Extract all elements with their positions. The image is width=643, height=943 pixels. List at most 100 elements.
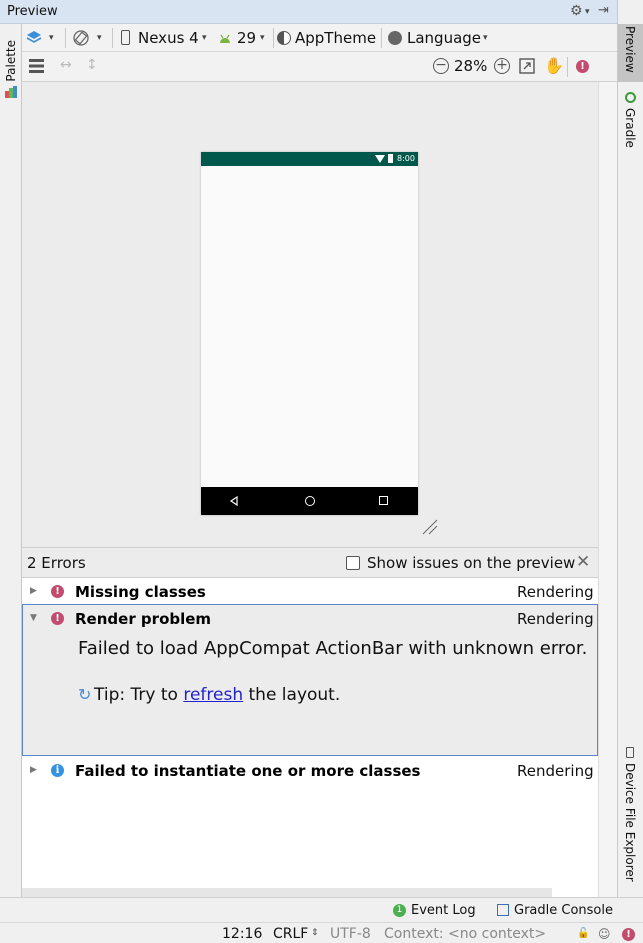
zoom-level: 28%	[454, 57, 488, 75]
expand-triangle-icon[interactable]: ▶	[30, 586, 37, 596]
refresh-tip-icon: ↻	[78, 685, 92, 704]
palette-tab[interactable]: Palette	[4, 40, 18, 82]
layers-caret-icon[interactable]: ▾	[49, 33, 54, 43]
line-separator[interactable]: CRLF	[273, 926, 308, 942]
back-nav-icon	[229, 496, 238, 506]
wifi-icon	[375, 155, 385, 163]
preview-tab-label: Preview	[623, 26, 637, 73]
zoom-to-fit-icon[interactable]	[519, 58, 535, 74]
collapse-triangle-icon[interactable]: ▼	[30, 613, 37, 623]
zoom-in-icon[interactable]: +	[494, 58, 510, 74]
gradle-console-icon	[497, 904, 509, 916]
context-indicator: Context: <no context>	[384, 926, 547, 942]
vertical-scrollbar[interactable]	[598, 82, 617, 897]
orientation-icon[interactable]	[72, 29, 90, 47]
ide-window: Preview ⚙ ▾ ⇥ Palette Preview Gradle Dev…	[0, 0, 643, 943]
device-navigation-bar	[201, 487, 418, 515]
toolbar-separator	[567, 57, 568, 77]
pan-horizontal-icon: ↔	[60, 57, 72, 73]
issue-title: Failed to instantiate one or more classe…	[75, 762, 421, 780]
settings-caret-icon[interactable]: ▾	[585, 7, 590, 17]
bottom-tool-bar: 1 Event Log Gradle Console	[0, 897, 643, 922]
hide-panel-icon[interactable]: ⇥	[598, 3, 609, 18]
line-separator-caret-icon[interactable]: ⇕	[311, 928, 319, 938]
inspector-icon[interactable]: ☺	[598, 927, 611, 941]
preview-title-bar: Preview ⚙ ▾ ⇥	[0, 0, 617, 24]
error-icon: !	[51, 612, 64, 625]
theme-selector[interactable]: AppTheme	[295, 29, 376, 47]
device-file-explorer-label: Device File Explorer	[623, 763, 637, 882]
device-file-explorer-tab[interactable]: Device File Explorer	[618, 745, 643, 885]
toolbar-separator	[273, 28, 274, 48]
issue-message: Failed to load AppCompat ActionBar with …	[78, 638, 588, 659]
right-tool-strip: Preview Gradle Device File Explorer	[617, 0, 643, 897]
preview-toolbar-primary: ▾ ▾ Nexus 4 ▾ 29 ▾ AppTheme Language ▾	[22, 24, 617, 52]
tip-suffix: the layout.	[243, 685, 341, 705]
tip-prefix: Tip: Try to	[94, 685, 184, 705]
event-log-badge-icon: 1	[393, 904, 406, 917]
battery-icon	[388, 154, 393, 163]
lock-icon[interactable]: 🔓	[577, 928, 589, 939]
toolbar-separator	[381, 28, 382, 48]
settings-gear-icon[interactable]: ⚙	[570, 3, 583, 19]
toolbar-separator	[65, 28, 66, 48]
gradle-icon	[625, 92, 636, 103]
expand-triangle-icon[interactable]: ▶	[30, 765, 37, 775]
issue-category: Rendering	[517, 762, 594, 780]
palette-icon[interactable]	[5, 86, 17, 98]
orientation-caret-icon[interactable]: ▾	[97, 33, 102, 43]
theme-icon	[277, 31, 291, 45]
cursor-position[interactable]: 12:16	[222, 926, 262, 942]
language-caret-icon[interactable]: ▾	[483, 33, 488, 43]
issue-title: Render problem	[75, 610, 212, 628]
recents-nav-icon	[379, 496, 388, 505]
panel-title: Preview	[7, 4, 58, 19]
device-caret-icon[interactable]: ▾	[202, 33, 207, 43]
toolbar-separator	[112, 28, 113, 48]
error-icon: !	[51, 585, 64, 598]
zoom-out-icon[interactable]: −	[433, 58, 449, 74]
pan-vertical-icon: ↕	[86, 57, 98, 73]
api-level-caret-icon[interactable]: ▾	[260, 33, 265, 43]
issue-category: Rendering	[517, 610, 594, 628]
device-screen-preview[interactable]: 8:00	[201, 152, 418, 515]
device-phone-icon	[121, 30, 130, 45]
issue-title: Missing classes	[75, 583, 206, 601]
event-error-icon[interactable]: !	[622, 928, 635, 941]
device-selector[interactable]: Nexus 4	[138, 29, 199, 47]
gradle-tab[interactable]: Gradle	[618, 92, 643, 152]
event-log-button[interactable]: Event Log	[411, 903, 476, 918]
refresh-link[interactable]: refresh	[183, 685, 243, 705]
issue-row-missing-classes[interactable]: ▶ ! Missing classes Rendering	[22, 578, 598, 605]
pan-hand-icon[interactable]: ✋	[544, 56, 564, 75]
issues-list: ▶ ! Missing classes Rendering ▼ ! Render…	[22, 577, 598, 898]
android-api-icon	[220, 34, 230, 43]
api-level-selector[interactable]: 29	[237, 29, 256, 47]
preview-tab-active[interactable]: Preview	[618, 24, 643, 82]
gradle-console-button[interactable]: Gradle Console	[514, 903, 613, 918]
preview-toolbar-secondary: ↔ ↕ − 28% + ✋ !	[22, 52, 617, 82]
issue-category: Rendering	[517, 583, 594, 601]
info-icon: i	[51, 764, 64, 777]
design-surface-layers-icon[interactable]	[26, 30, 42, 46]
ide-status-line: 12:16 CRLF ⇕ UTF-8 Context: <no context>…	[0, 922, 643, 943]
home-nav-icon	[305, 496, 315, 506]
issue-expanded-render-problem[interactable]: ▼ ! Render problem Rendering Failed to l…	[22, 604, 598, 756]
issues-panel-header: 2 Errors Show issues on the preview ✕	[22, 547, 598, 577]
design-canvas[interactable]: 8:00	[22, 82, 598, 547]
file-encoding: UTF-8	[330, 926, 371, 942]
issues-count: 2 Errors	[27, 554, 86, 572]
language-globe-icon	[388, 31, 402, 45]
toggle-panels-icon[interactable]	[29, 59, 44, 73]
left-tool-strip: Palette	[0, 24, 22, 897]
show-issues-label[interactable]: Show issues on the preview	[367, 554, 575, 572]
render-errors-icon[interactable]: !	[576, 60, 589, 73]
close-issues-icon[interactable]: ✕	[576, 552, 590, 572]
device-icon	[626, 747, 634, 758]
gradle-tab-label: Gradle	[623, 108, 637, 148]
resize-handle-icon[interactable]	[421, 518, 439, 536]
language-selector[interactable]: Language	[407, 29, 481, 47]
device-status-bar: 8:00	[201, 152, 418, 166]
issue-row-failed-to-instantiate[interactable]: ▶ i Failed to instantiate one or more cl…	[22, 757, 598, 784]
show-issues-checkbox[interactable]	[346, 556, 360, 570]
